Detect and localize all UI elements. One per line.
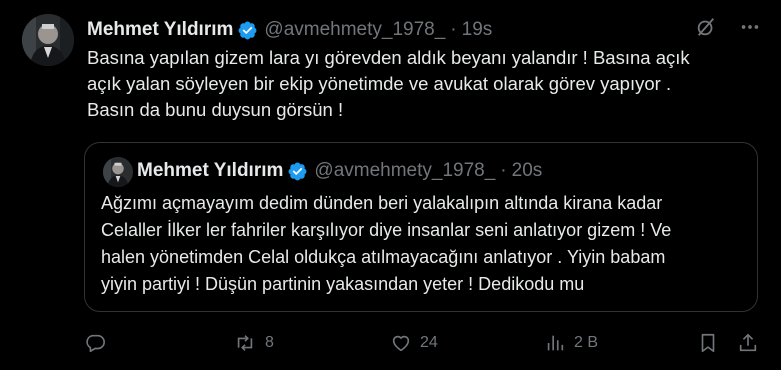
separator-dot: · [500, 160, 507, 181]
tweet-text: Basına yapılan gizem lara yı görevden al… [87, 47, 690, 120]
bookmark-icon [701, 333, 715, 353]
quoted-timestamp[interactable]: 20s [512, 158, 543, 184]
bookmark-button[interactable] [697, 328, 719, 358]
action-bar: 8 24 2 B [0, 328, 781, 358]
like-count: 24 [420, 334, 438, 351]
reply-icon [86, 334, 105, 353]
repost-count: 8 [265, 334, 274, 351]
quoted-tweet-text: Ağzımı açmayayım dedim dünden beri yalak… [101, 193, 672, 294]
views-button[interactable]: 2 B [544, 328, 598, 358]
views-icon [547, 335, 564, 351]
share-icon [739, 333, 757, 352]
quoted-author-handle[interactable]: @avmehmety_1978_ [314, 158, 495, 184]
views-count: 2 B [574, 334, 599, 351]
quoted-author-name[interactable]: Mehmet Yıldırım [137, 158, 283, 184]
tweet: Mehmet Yıldırım @avmehmety_1978_ · 19s B… [0, 0, 781, 370]
like-button[interactable]: 24 [390, 328, 438, 358]
author-handle[interactable]: @avmehmety_1978_ [264, 17, 445, 43]
verified-badge-icon [287, 161, 308, 182]
timestamp[interactable]: 19s [462, 17, 493, 43]
repost-icon [237, 335, 253, 351]
grok-icon[interactable] [695, 16, 717, 38]
separator-dot: · [450, 19, 457, 40]
avatar[interactable] [22, 14, 74, 66]
author-name[interactable]: Mehmet Yıldırım [87, 17, 233, 43]
reply-button[interactable] [84, 328, 114, 358]
heart-icon [392, 335, 410, 352]
repost-button[interactable]: 8 [233, 328, 274, 358]
more-icon[interactable] [739, 16, 761, 38]
tweet-header: Mehmet Yıldırım @avmehmety_1978_ · 19s [87, 17, 771, 43]
header-actions [695, 16, 761, 38]
quoted-avatar-image [103, 157, 133, 187]
share-button[interactable] [737, 328, 759, 358]
avatar-image [22, 14, 74, 66]
verified-badge-icon [237, 20, 258, 41]
quoted-avatar[interactable] [103, 157, 133, 187]
quoted-header: Mehmet Yıldırım @avmehmety_1978_ · 20s [137, 158, 542, 184]
